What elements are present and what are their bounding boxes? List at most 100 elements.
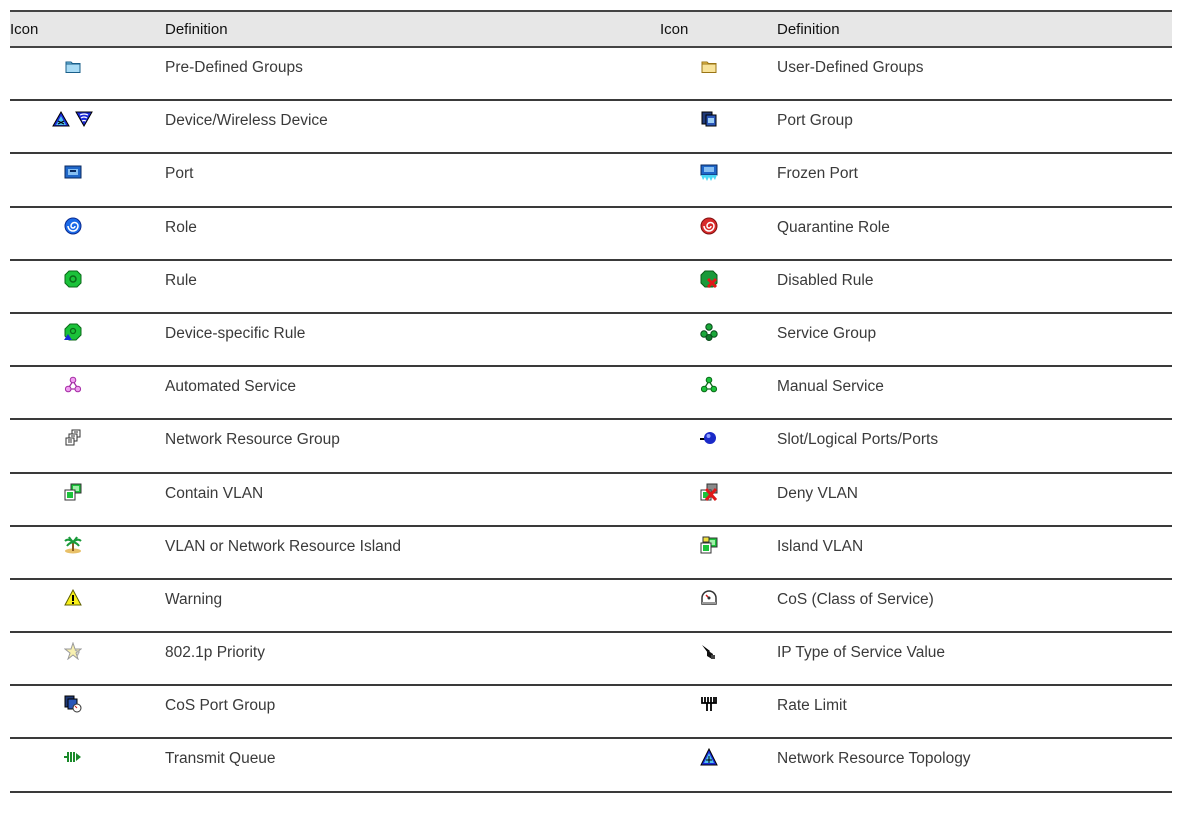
table-row: Contain VLAN Deny VLAN: [10, 474, 1172, 527]
table-row: Network Resource Group Slot/Logical Ports…: [10, 420, 1172, 474]
table-row: 802.1p Priority IP Type of Service Value: [10, 633, 1172, 687]
definition-cell-left: 802.1p Priority: [165, 644, 265, 662]
definition-cell-left: Automated Service: [165, 378, 296, 396]
frozen-port-icon: [700, 163, 718, 182]
definition-cell-left: Pre-Defined Groups: [165, 59, 303, 76]
icon-cell-left: [10, 367, 135, 394]
definition-cell-left: Rule: [165, 271, 197, 289]
service-group-icon: [699, 323, 718, 341]
definition-cell-right: IP Type of Service Value: [777, 644, 946, 662]
icon-cell-left: [10, 686, 135, 713]
device-specific-rule-icon: [63, 323, 82, 341]
definition-cell-right: Rate Limit: [777, 697, 847, 715]
definition-cell-right: User-Defined Groups: [777, 59, 924, 76]
icon-cell-left: [10, 739, 135, 766]
icon-cell-right: [660, 154, 757, 182]
header-definition-left: Definition: [165, 20, 228, 38]
icon-cell-left: [10, 580, 135, 607]
header-icon-left: Icon: [10, 20, 39, 38]
icon-cell-left: [10, 101, 135, 128]
table-row: Port Frozen Port: [10, 154, 1172, 208]
icon-cell-left: [10, 474, 135, 501]
table-row: CoS Port Group Rate Limit: [10, 686, 1172, 740]
definition-cell-left: Warning: [165, 590, 223, 608]
table-row: Rule Disabled Rule: [10, 261, 1172, 314]
network-resource-topology-icon: [699, 748, 718, 766]
header-icon-right: Icon: [660, 20, 689, 38]
definition-cell-right: Quarantine Role: [777, 218, 890, 236]
slot-logical-ports-icon: [699, 429, 718, 447]
definition-cell-left: Transmit Queue: [165, 750, 276, 768]
icon-cell-right: [660, 48, 757, 75]
icon-cell-right: [660, 208, 757, 235]
quarantine-role-icon: [700, 217, 718, 235]
definition-cell-right: Manual Service: [777, 378, 884, 396]
definition-cell-left: Port: [165, 165, 194, 183]
icon-cell-left: [10, 633, 135, 661]
table-row: Device/Wireless Device Port Group: [10, 101, 1172, 155]
definition-cell-left: CoS Port Group: [165, 697, 276, 715]
icon-cell-right: [660, 686, 757, 713]
definition-cell-left: VLAN or Network Resource Island: [165, 537, 402, 555]
port-icon: [64, 163, 82, 181]
icon-cell-right: [660, 314, 757, 341]
icon-cell-left: [10, 208, 135, 235]
icon-cell-left: [10, 154, 135, 181]
definition-cell-right: Slot/Logical Ports/Ports: [777, 431, 939, 449]
table-header: Icon Definition Icon Definition: [10, 12, 1172, 48]
definition-cell-right: Port Group: [777, 112, 853, 130]
icon-cell-right: [660, 474, 757, 501]
user-defined-groups-icon: [700, 57, 718, 75]
icon-cell-right: [660, 367, 757, 394]
definition-cell-right: Island VLAN: [777, 537, 864, 555]
definition-cell-left: Network Resource Group: [165, 431, 340, 449]
icon-cell-right: [660, 101, 757, 128]
pre-defined-groups-icon: [64, 57, 82, 75]
icon-cell-right: [660, 633, 757, 660]
table-row: Warning CoS (Class of Service): [10, 580, 1172, 634]
icon-cell-left: [10, 48, 135, 75]
manual-service-icon: [700, 376, 718, 394]
port-group-icon: [700, 110, 718, 128]
icon-cell-right: [660, 580, 757, 607]
icon-cell-left: [10, 314, 135, 341]
icon-cell-right: [660, 527, 757, 554]
definition-cell-right: Deny VLAN: [777, 484, 858, 502]
definition-cell-right: CoS (Class of Service): [777, 590, 934, 608]
definition-cell-right: Frozen Port: [777, 165, 858, 183]
disabled-rule-icon: [700, 270, 718, 288]
automated-service-icon: [64, 376, 82, 394]
table-row: Role Quarantine Role: [10, 208, 1172, 261]
definition-cell-right: Network Resource Topology: [777, 750, 971, 768]
cos-port-group-icon: [64, 695, 82, 713]
definition-cell-right: Disabled Rule: [777, 271, 874, 289]
definition-cell-left: Device/Wireless Device: [165, 112, 328, 130]
transmit-queue-icon: [63, 748, 82, 766]
icon-cell-right: [660, 739, 757, 766]
contain-vlan-icon: [64, 483, 82, 501]
definition-cell-left: Device-specific Rule: [165, 324, 306, 342]
icon-cell-right: [660, 420, 757, 447]
role-icon: [64, 217, 82, 235]
network-resource-group-icon: [64, 429, 82, 447]
table-row: Device-specific Rule Service Group: [10, 314, 1172, 368]
table-row: Pre-Defined Groups User-Defined Groups: [10, 48, 1172, 102]
wireless-device-icon: [75, 110, 93, 128]
definition-cell-left: Role: [165, 218, 197, 236]
island-vlan-icon: [700, 536, 718, 554]
icon-cell-right: [660, 261, 757, 288]
device-icon: [52, 110, 70, 128]
priority-802-1p-icon: [63, 642, 82, 661]
definition-cell-left: Contain VLAN: [165, 484, 264, 502]
rate-limit-icon: [700, 695, 718, 713]
deny-vlan-icon: [700, 483, 718, 501]
icon-cell-left: [10, 261, 135, 288]
table-row: Transmit Queue Network Resource Topology: [10, 739, 1172, 793]
rule-icon: [64, 270, 82, 288]
definition-cell-right: Service Group: [777, 324, 877, 342]
table-row: VLAN or Network Resource Island Island VL…: [10, 527, 1172, 580]
cos-icon: [700, 589, 718, 607]
vlan-island-icon: [63, 536, 82, 554]
table-row: Automated Service Manual Service: [10, 367, 1172, 421]
icon-cell-left: [10, 527, 135, 554]
